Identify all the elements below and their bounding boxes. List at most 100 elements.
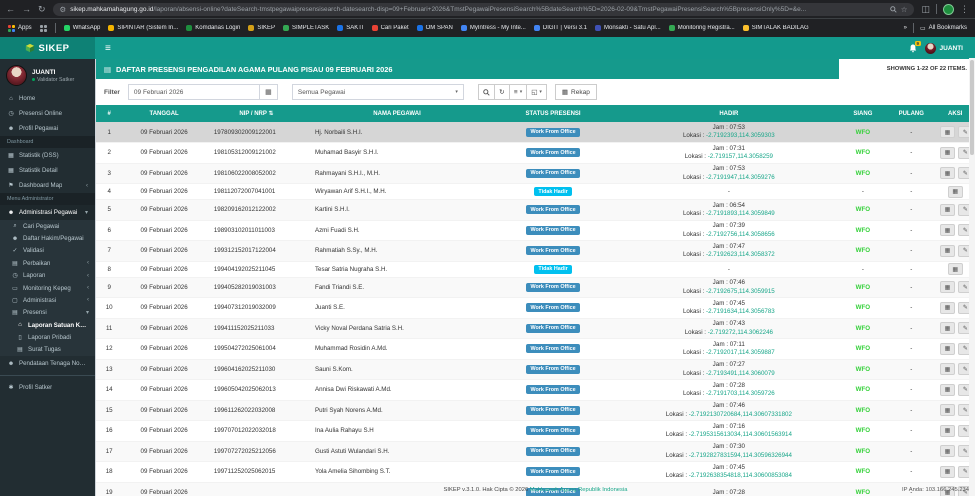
apps-launcher[interactable] (39, 24, 47, 32)
all-bookmarks-button[interactable]: ▭ All Bookmarks (920, 25, 967, 32)
location-link[interactable]: -2.7192623,114.3058372 (706, 251, 775, 258)
location-link[interactable]: -2.7192675,114.3059915 (706, 288, 775, 295)
browser-menu-icon[interactable]: ⋮ (960, 4, 969, 14)
sidebar-item-surat-tugas[interactable]: ▤ Surat Tugas (0, 343, 95, 357)
bookmark-item[interactable]: MyIntress - My Inte... (460, 25, 526, 31)
bookmark-item[interactable]: SIMTALAK BADILAG (742, 25, 809, 31)
detail-button[interactable]: ▦ (939, 244, 955, 257)
rekap-button[interactable]: ▦ Rekap (554, 84, 597, 100)
side-panel-icon[interactable]: ◫ (921, 4, 930, 14)
column-header-nama-pegawai[interactable]: NAMA PEGAWAI (306, 105, 488, 122)
bookmark-item[interactable]: Monsakti - Satu Apl... (595, 25, 661, 31)
bookmark-item[interactable]: SIPINTAR (Sistem In... (108, 25, 178, 31)
date-input[interactable]: 09 Februari 2026 (129, 85, 259, 99)
site-info-icon[interactable]: ⚙ (60, 5, 67, 14)
detail-button[interactable]: ▦ (947, 263, 963, 275)
page-scrollbar[interactable] (969, 58, 975, 496)
forward-icon[interactable]: → (22, 4, 31, 14)
bookmark-item[interactable]: Monitoring Registra... (668, 25, 735, 31)
sidebar-item-presensi[interactable]: ▤ Presensi ▾ (0, 306, 95, 319)
detail-button[interactable]: ▦ (939, 126, 955, 138)
reload-icon[interactable]: ↻ (38, 4, 46, 14)
column-header-siang[interactable]: SIANG (838, 105, 888, 122)
column-header-hadir[interactable]: HADIR (618, 105, 839, 122)
sidebar-item-laporan-satuan-kerja[interactable]: ⌂ Laporan Satuan Kerja (0, 319, 95, 332)
refresh-button[interactable]: ↻ (493, 84, 510, 100)
sidebar-item-perbaikan[interactable]: ▤ Perbaikan ‹ (0, 257, 95, 270)
sidebar-item-dashboard-map[interactable]: ⚑ Dashboard Map ‹ (0, 178, 95, 193)
detail-button[interactable]: ▦ (939, 404, 955, 417)
employee-select[interactable]: Semua Pegawai ▾ (291, 84, 464, 100)
sidebar-item-presensi-online[interactable]: ◷ Presensi Online (0, 106, 95, 121)
detail-button[interactable]: ▦ (947, 185, 963, 198)
location-link[interactable]: -2.7192017,114.3059887 (706, 349, 775, 356)
bookmark-item[interactable]: OM SPAN (416, 25, 453, 31)
sidebar-item-statistik-dss-[interactable]: ▦ Statistik (DSS) (0, 148, 95, 163)
columns-dropdown-button[interactable]: ≡ ▾ (508, 84, 528, 100)
calendar-picker-button[interactable]: ▦ (258, 85, 277, 99)
sidebar-item-laporan[interactable]: ◷ Laporan ‹ (0, 269, 95, 282)
location-link[interactable]: -2.7193491,114.3060079 (706, 370, 775, 377)
detail-button[interactable]: ▦ (939, 445, 955, 458)
export-dropdown-button[interactable]: ◱ ▾ (526, 84, 547, 100)
column-header-pulang[interactable]: PULANG (887, 105, 936, 122)
column-header--[interactable]: # (96, 105, 123, 122)
sidebar-item-home[interactable]: ⌂ Home (0, 91, 95, 106)
location-link[interactable]: -2.7192638354818,114.30600853084 (689, 472, 792, 479)
ma-link[interactable]: Mahkamah Agung Republik Indonesia (530, 487, 628, 493)
sidebar-item-administrasi[interactable]: ▢ Administrasi ‹ (0, 294, 95, 307)
notifications-button[interactable]: 9 (909, 40, 921, 53)
location-link[interactable]: -2.7191947,114.3059276 (706, 174, 775, 181)
detail-button[interactable]: ▦ (939, 322, 955, 335)
detail-button[interactable]: ▦ (939, 465, 955, 478)
detail-button[interactable]: ▦ (939, 224, 955, 237)
location-link[interactable]: -2.7191703,114.3059726 (706, 390, 775, 397)
column-header-tanggal[interactable]: TANGGAL (122, 105, 206, 122)
detail-button[interactable]: ▦ (939, 203, 955, 216)
location-link[interactable]: -2.7192756,114.3058656 (706, 231, 775, 238)
sidebar-item-cari-pegawai[interactable]: ⌕ Cari Pegawai (0, 220, 95, 233)
sidebar-item-statistik-detail[interactable]: ▦ Statistik Detail (0, 163, 95, 178)
app-logo[interactable]: SIKEP (0, 37, 95, 59)
search-button[interactable] (477, 84, 495, 100)
bookmark-star-icon[interactable]: ☆ (901, 5, 908, 14)
sidebar-item-pendataan-tenaga-non-asn[interactable]: ☻ Pendataan Tenaga Non ASN (0, 356, 95, 371)
sidebar-item-profil-pegawai[interactable]: ☻ Profil Pegawai (0, 121, 95, 136)
detail-button[interactable]: ▦ (939, 342, 955, 355)
bookmark-item[interactable]: DIGIT | Versi 3.1 (533, 25, 587, 31)
sidebar-item-validasi[interactable]: ✓ Validasi (0, 244, 95, 258)
bookmark-item[interactable]: WhatsApp (63, 25, 100, 31)
location-link[interactable]: -2.719272,114.3062246 (708, 329, 773, 336)
detail-button[interactable]: ▦ (939, 301, 955, 314)
sidebar-toggle-icon[interactable]: ≡ (105, 43, 111, 54)
detail-button[interactable]: ▦ (939, 363, 955, 376)
location-link[interactable]: -2.7192393,114.3059303 (706, 132, 775, 139)
location-link[interactable]: -2.7191893,114.3059849 (706, 210, 775, 217)
browser-profile-avatar[interactable] (943, 3, 954, 15)
zoom-icon[interactable] (889, 5, 897, 13)
detail-button[interactable]: ▦ (939, 167, 955, 180)
sidebar-item-monitoring-kepeg[interactable]: ▭ Monitoring Kepeg ‹ (0, 281, 95, 295)
column-header-status-presensi[interactable]: STATUS PRESENSI (487, 105, 619, 122)
detail-button[interactable]: ▦ (939, 424, 955, 437)
location-link[interactable]: -2.7192827831594,114.30596326944 (689, 452, 792, 459)
apps-shortcut[interactable]: Apps (8, 24, 32, 32)
column-header-nip-nrp[interactable]: NIP / NRP ⇅ (205, 105, 307, 122)
back-icon[interactable]: ← (6, 4, 15, 14)
bookmarks-overflow-chevron[interactable]: » (904, 25, 907, 31)
location-link[interactable]: -2.7192130720684,114.30607331802 (689, 411, 792, 418)
sidebar-item-profil-satker[interactable]: ✱ Profil Satker (0, 380, 95, 395)
detail-button[interactable]: ▦ (939, 146, 955, 159)
location-link[interactable]: -2.7191634,114.3056783 (706, 308, 775, 315)
bookmark-item[interactable]: SIKEP (248, 25, 275, 31)
bookmark-item[interactable]: Komdanas Login (186, 25, 240, 31)
detail-button[interactable]: ▦ (939, 383, 955, 396)
bookmark-item[interactable]: Cari Paket (371, 25, 409, 31)
bookmark-item[interactable]: SIMPLETASK (283, 25, 329, 31)
detail-button[interactable]: ▦ (939, 281, 955, 294)
sidebar-item-daftar-hakim-pegawai[interactable]: ☻ Daftar Hakim/Pegawai (0, 232, 95, 245)
sidebar-item-laporan-pribadi[interactable]: ▯ Laporan Pribadi (0, 331, 95, 344)
url-bar[interactable]: ⚙ sikep.mahkamahagung.go.id/laporan/abse… (52, 2, 915, 16)
location-link[interactable]: -2.719157,114.3058259 (708, 153, 773, 160)
sidebar-item-administrasi-pegawai[interactable]: ☻ Administrasi Pegawai ▾ (0, 205, 95, 220)
